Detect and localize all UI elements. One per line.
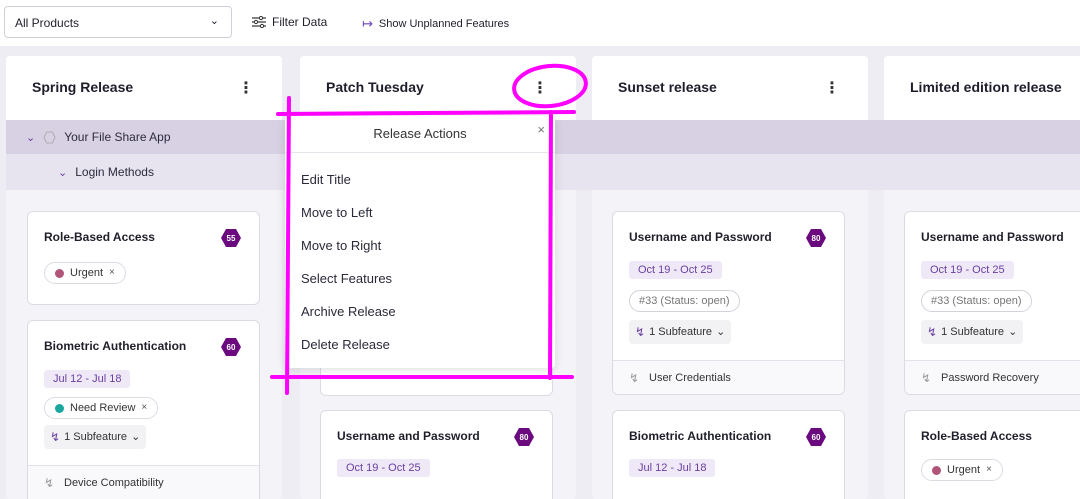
feature-card[interactable]: Username and Password 80 Oct 19 - Oct 25… <box>612 211 845 395</box>
date-range: Jul 12 - Jul 18 <box>44 370 131 388</box>
subfeature-label: 1 Subfeature <box>941 326 1005 338</box>
status-chip[interactable]: #33 (Status: open) <box>921 290 1032 312</box>
subfeature-toggle[interactable]: ↯ 1 Subfeature ⌄ <box>44 425 147 449</box>
chevron-down-icon: ⌄ <box>209 15 219 27</box>
card-title: Biometric Authentication <box>44 339 187 353</box>
subfeature-label: 1 Subfeature <box>649 326 713 338</box>
close-icon[interactable]: × <box>537 122 545 137</box>
arrow-right-bar-icon: ↦ <box>362 16 373 31</box>
chevron-down-icon[interactable]: ⌄ <box>58 166 67 179</box>
show-unplanned-label: Show Unplanned Features <box>378 18 510 30</box>
close-icon[interactable]: × <box>986 460 992 480</box>
close-icon[interactable]: × <box>141 398 147 418</box>
urgent-dot-icon <box>932 465 941 475</box>
column-header: Limited edition release <box>884 56 1080 120</box>
card-title: Username and Password <box>921 230 1064 244</box>
date-range: Jul 12 - Jul 18 <box>629 459 716 477</box>
footer-label: Password Recovery <box>941 372 1039 384</box>
feature-card[interactable]: Username and Password 80 Oct 19 - Oct 25 <box>320 410 553 499</box>
subfeature-toggle[interactable]: ↯ 1 Subfeature ⌄ <box>629 320 732 344</box>
card-title: Biometric Authentication <box>629 429 772 443</box>
menu-item-move-right[interactable]: Move to Right <box>301 238 381 253</box>
card-footer[interactable]: ↯ Password Recovery <box>905 360 1080 394</box>
column-title: Patch Tuesday <box>326 79 424 95</box>
feature-card[interactable]: Username and Password Oct 19 - Oct 25 #3… <box>904 211 1080 395</box>
footer-label: Device Compatibility <box>64 477 164 489</box>
menu-item-delete-release[interactable]: Delete Release <box>301 337 390 352</box>
menu-item-select-features[interactable]: Select Features <box>301 271 392 286</box>
tag-chip: Urgent × <box>921 459 1003 481</box>
column-header: Patch Tuesday ⋮ <box>300 56 576 120</box>
popup-title: Release Actions <box>373 126 467 141</box>
link-icon: ↯ <box>921 371 932 385</box>
card-title: Username and Password <box>337 429 480 443</box>
subfeature-label: 1 Subfeature <box>64 431 128 443</box>
menu-item-edit-title[interactable]: Edit Title <box>301 172 351 187</box>
tag-label: Need Review <box>70 402 136 414</box>
tag-chip: Urgent × <box>44 262 126 284</box>
chevron-down-icon: ⌄ <box>131 431 141 443</box>
column-title: Sunset release <box>618 79 717 95</box>
menu-item-move-left[interactable]: Move to Left <box>301 205 373 220</box>
urgent-dot-icon <box>55 268 64 278</box>
score-badge: 55 <box>221 229 241 247</box>
feature-card[interactable]: Biometric Authentication 60 Jul 12 - Jul… <box>612 410 845 499</box>
need-review-dot-icon <box>55 403 64 413</box>
divider <box>285 152 555 153</box>
kebab-menu-icon[interactable]: ⋮ <box>238 78 254 98</box>
hexagon-icon <box>43 130 56 144</box>
filter-data-label: Filter Data <box>272 15 328 29</box>
kebab-menu-icon[interactable]: ⋮ <box>824 78 840 98</box>
link-icon: ↯ <box>629 371 640 385</box>
tag-label: Urgent <box>947 464 981 476</box>
product-select-value: All Products <box>15 16 80 30</box>
tag-chip: Need Review × <box>44 397 159 419</box>
app-band-label: Your File Share App <box>64 130 171 144</box>
date-range: Oct 19 - Oct 25 <box>921 261 1014 279</box>
link-icon: ↯ <box>44 476 55 490</box>
subfeature-icon: ↯ <box>927 325 938 339</box>
feature-card[interactable]: Role-Based Access Urgent × <box>904 410 1080 499</box>
score-badge: 60 <box>806 428 826 446</box>
tag-label: Urgent <box>70 267 104 279</box>
chevron-down-icon: ⌄ <box>1008 326 1018 338</box>
subfeature-toggle[interactable]: ↯ 1 Subfeature ⌄ <box>921 320 1024 344</box>
group-band-label: Login Methods <box>75 165 154 179</box>
card-title: Username and Password <box>629 230 772 244</box>
close-icon[interactable]: × <box>109 263 115 283</box>
app-band-content: ⌄ Your File Share App <box>26 130 171 144</box>
column-title: Limited edition release <box>910 79 1062 95</box>
subfeature-icon: ↯ <box>635 325 646 339</box>
card-footer[interactable]: ↯ Device Compatibility <box>28 465 259 499</box>
card-title: Role-Based Access <box>921 429 1032 443</box>
column-header: Spring Release ⋮ <box>6 56 282 120</box>
score-badge: 60 <box>221 338 241 356</box>
subfeature-icon: ↯ <box>50 430 61 444</box>
chevron-down-icon: ⌄ <box>716 326 726 338</box>
card-title: Role-Based Access <box>44 230 155 244</box>
group-band-content: ⌄ Login Methods <box>58 165 154 179</box>
menu-item-archive-release[interactable]: Archive Release <box>301 304 396 319</box>
column-header: Sunset release ⋮ <box>592 56 868 120</box>
column-title: Spring Release <box>32 79 134 95</box>
product-select[interactable]: All Products ⌄ <box>4 6 232 38</box>
card-footer[interactable]: ↯ User Credentials <box>613 360 844 394</box>
date-range: Oct 19 - Oct 25 <box>337 459 430 477</box>
sliders-icon <box>252 16 266 28</box>
feature-card[interactable]: Role-Based Access 55 Urgent × <box>27 211 260 305</box>
toolbar: All Products ⌄ Filter Data ↦ Show Unplan… <box>0 0 1080 46</box>
status-chip[interactable]: #33 (Status: open) <box>629 290 740 312</box>
filter-data-button[interactable]: Filter Data <box>252 15 327 29</box>
footer-label: User Credentials <box>649 372 731 384</box>
score-badge: 80 <box>806 229 826 247</box>
show-unplanned-button[interactable]: ↦ Show Unplanned Features <box>362 16 509 32</box>
feature-card[interactable]: Biometric Authentication 60 Jul 12 - Jul… <box>27 320 260 499</box>
chevron-down-icon[interactable]: ⌄ <box>26 131 35 144</box>
kebab-menu-icon[interactable]: ⋮ <box>532 78 548 98</box>
release-actions-popup: Release Actions × Edit Title Move to Lef… <box>285 116 555 368</box>
date-range: Oct 19 - Oct 25 <box>629 261 722 279</box>
score-badge: 80 <box>514 428 534 446</box>
